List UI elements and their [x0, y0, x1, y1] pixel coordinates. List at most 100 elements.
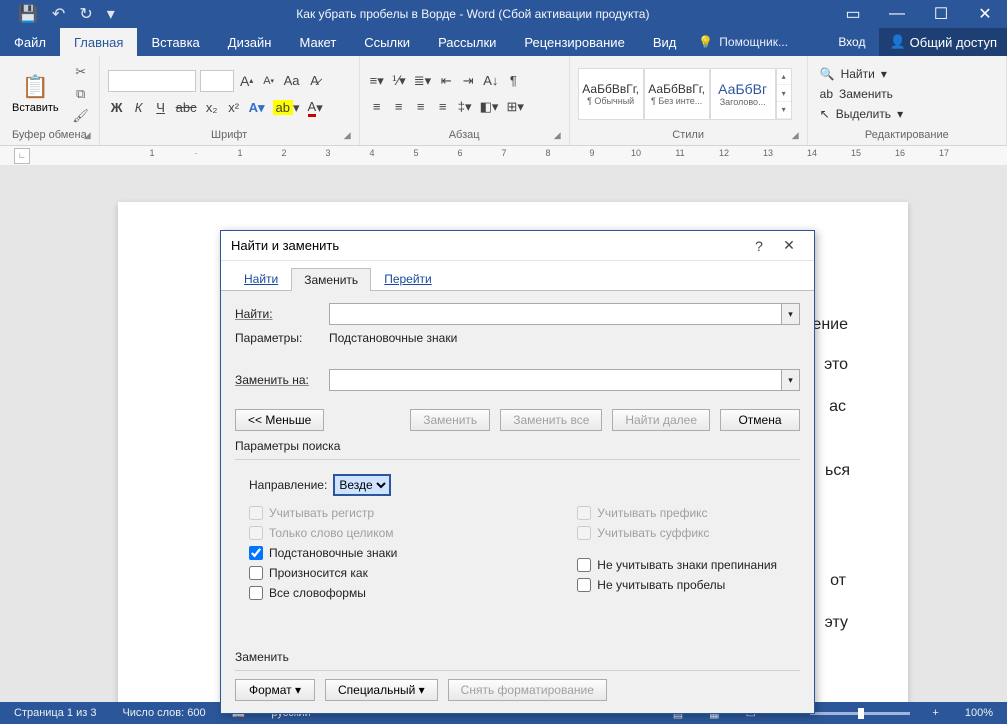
font-family-select[interactable] — [108, 70, 196, 92]
font-size-select[interactable] — [200, 70, 234, 92]
chk-ignore-space[interactable]: Не учитывать пробелы — [577, 578, 777, 592]
styles-expand[interactable]: ▾ — [777, 102, 791, 119]
zoom-value[interactable]: 100% — [961, 707, 997, 719]
maximize-icon[interactable]: ☐ — [919, 0, 963, 28]
tab-review[interactable]: Рецензирование — [510, 28, 638, 56]
paste-button[interactable]: 📋 Вставить — [8, 72, 63, 116]
style-no-spacing[interactable]: АаБбВвГг,¶ Без инте... — [644, 68, 710, 120]
tell-me[interactable]: 💡 Помощник... — [698, 28, 788, 56]
zoom-slider[interactable] — [810, 712, 910, 715]
close-icon[interactable]: ✕ — [963, 0, 1007, 28]
group-styles-label: Стили◢ — [578, 127, 799, 143]
chk-sounds-like[interactable]: Произносится как — [249, 566, 397, 580]
clear-format-button[interactable]: A̷ — [306, 71, 324, 91]
select-button[interactable]: ↖Выделить ▾ — [816, 105, 998, 123]
style-heading1[interactable]: АаБбВгЗаголово... — [710, 68, 776, 120]
dialog-title: Найти и заменить — [231, 238, 339, 253]
paragraph-expand-icon[interactable]: ◢ — [554, 130, 561, 141]
subscript-button[interactable]: x₂ — [203, 98, 221, 118]
dialog-titlebar[interactable]: Найти и заменить ? ✕ — [221, 231, 814, 261]
styles-scroll-down[interactable]: ▾ — [777, 85, 791, 102]
decrease-indent-button[interactable]: ⇤ — [437, 71, 455, 91]
save-icon[interactable]: 💾 — [18, 4, 38, 24]
shading-button[interactable]: ◧▾ — [478, 97, 501, 117]
tab-mailings[interactable]: Рассылки — [424, 28, 510, 56]
find-next-button[interactable]: Найти далее — [612, 409, 710, 431]
justify-button[interactable]: ≡ — [434, 97, 452, 117]
minimize-icon[interactable]: — — [875, 0, 919, 28]
copy-button[interactable]: ⧉ — [71, 85, 91, 103]
replace-button[interactable]: abЗаменить — [816, 85, 998, 103]
bold-button[interactable]: Ж — [108, 98, 126, 118]
dialog-tab-replace[interactable]: Заменить — [291, 268, 371, 291]
special-button[interactable]: Специальный ▾ — [325, 679, 438, 701]
bullets-button[interactable]: ≡▾ — [368, 71, 386, 91]
highlight-button[interactable]: ab▾ — [271, 98, 302, 118]
line-spacing-button[interactable]: ‡▾ — [456, 97, 474, 117]
replace-all-button[interactable]: Заменить все — [500, 409, 602, 431]
text-effects-button[interactable]: A▾ — [247, 98, 267, 118]
ribbon-options-icon[interactable]: ▭ — [831, 0, 875, 28]
chk-word-forms[interactable]: Все словоформы — [249, 586, 397, 600]
superscript-button[interactable]: x² — [225, 98, 243, 118]
replace-input[interactable] — [329, 369, 782, 391]
tell-me-label: Помощник... — [719, 35, 788, 49]
chk-ignore-punct[interactable]: Не учитывать знаки препинания — [577, 558, 777, 572]
underline-button[interactable]: Ч — [152, 98, 170, 118]
sort-button[interactable]: A↓ — [481, 71, 500, 91]
find-button[interactable]: 🔍Найти ▾ — [816, 65, 998, 83]
less-button[interactable]: << Меньше — [235, 409, 324, 431]
strike-button[interactable]: abc — [174, 98, 199, 118]
align-right-button[interactable]: ≡ — [412, 97, 430, 117]
dialog-tab-goto[interactable]: Перейти — [371, 267, 445, 290]
multilevel-button[interactable]: ≣▾ — [412, 71, 433, 91]
dialog-help-button[interactable]: ? — [744, 238, 774, 254]
tab-file[interactable]: Файл — [0, 28, 60, 56]
chk-wildcards[interactable]: Подстановочные знаки — [249, 546, 397, 560]
replace-one-button[interactable]: Заменить — [410, 409, 490, 431]
status-page[interactable]: Страница 1 из 3 — [10, 707, 100, 719]
ruler-corner[interactable]: ∟ — [14, 148, 30, 164]
replace-dropdown-icon[interactable]: ▾ — [782, 369, 800, 391]
no-formatting-button[interactable]: Снять форматирование — [448, 679, 607, 701]
find-dropdown-icon[interactable]: ▾ — [782, 303, 800, 325]
numbering-button[interactable]: ⅟▾ — [390, 71, 408, 91]
font-color-button[interactable]: A▾ — [306, 98, 325, 118]
dialog-tab-find[interactable]: Найти — [231, 267, 291, 290]
style-normal[interactable]: АаБбВвГг,¶ Обычный — [578, 68, 644, 120]
grow-font-button[interactable]: A▴ — [238, 71, 256, 91]
styles-expand-icon[interactable]: ◢ — [792, 130, 799, 141]
find-input[interactable] — [329, 303, 782, 325]
cut-button[interactable]: ✂ — [71, 63, 91, 81]
italic-button[interactable]: К — [130, 98, 148, 118]
align-center-button[interactable]: ≡ — [390, 97, 408, 117]
format-button[interactable]: Формат ▾ — [235, 679, 315, 701]
clipboard-expand-icon[interactable]: ◢ — [84, 130, 91, 141]
direction-select[interactable]: Везде — [333, 474, 391, 496]
login-button[interactable]: Вход — [824, 28, 879, 56]
borders-button[interactable]: ⊞▾ — [504, 97, 525, 117]
change-case-button[interactable]: Aa — [282, 71, 302, 91]
zoom-in-button[interactable]: + — [928, 707, 942, 719]
tab-layout[interactable]: Макет — [285, 28, 350, 56]
tab-insert[interactable]: Вставка — [137, 28, 213, 56]
font-expand-icon[interactable]: ◢ — [344, 130, 351, 141]
shrink-font-button[interactable]: A▾ — [260, 71, 278, 91]
increase-indent-button[interactable]: ⇥ — [459, 71, 477, 91]
qat-dropdown-icon[interactable]: ▾ — [107, 4, 115, 24]
align-left-button[interactable]: ≡ — [368, 97, 386, 117]
dialog-close-button[interactable]: ✕ — [774, 237, 804, 254]
redo-icon[interactable]: ↻ — [79, 4, 92, 24]
horizontal-ruler[interactable]: 1·1234567891011121314151617 — [130, 148, 1007, 164]
styles-scroll-up[interactable]: ▴ — [777, 69, 791, 86]
tab-references[interactable]: Ссылки — [350, 28, 424, 56]
tab-home[interactable]: Главная — [60, 28, 137, 56]
cancel-button[interactable]: Отмена — [720, 409, 800, 431]
show-marks-button[interactable]: ¶ — [504, 71, 522, 91]
tab-view[interactable]: Вид — [639, 28, 691, 56]
undo-icon[interactable]: ↶ — [52, 4, 65, 24]
share-button[interactable]: 👤 Общий доступ — [879, 28, 1007, 56]
tab-design[interactable]: Дизайн — [214, 28, 286, 56]
status-words[interactable]: Число слов: 600 — [118, 707, 209, 719]
format-painter-button[interactable]: 🖌 — [71, 107, 91, 125]
